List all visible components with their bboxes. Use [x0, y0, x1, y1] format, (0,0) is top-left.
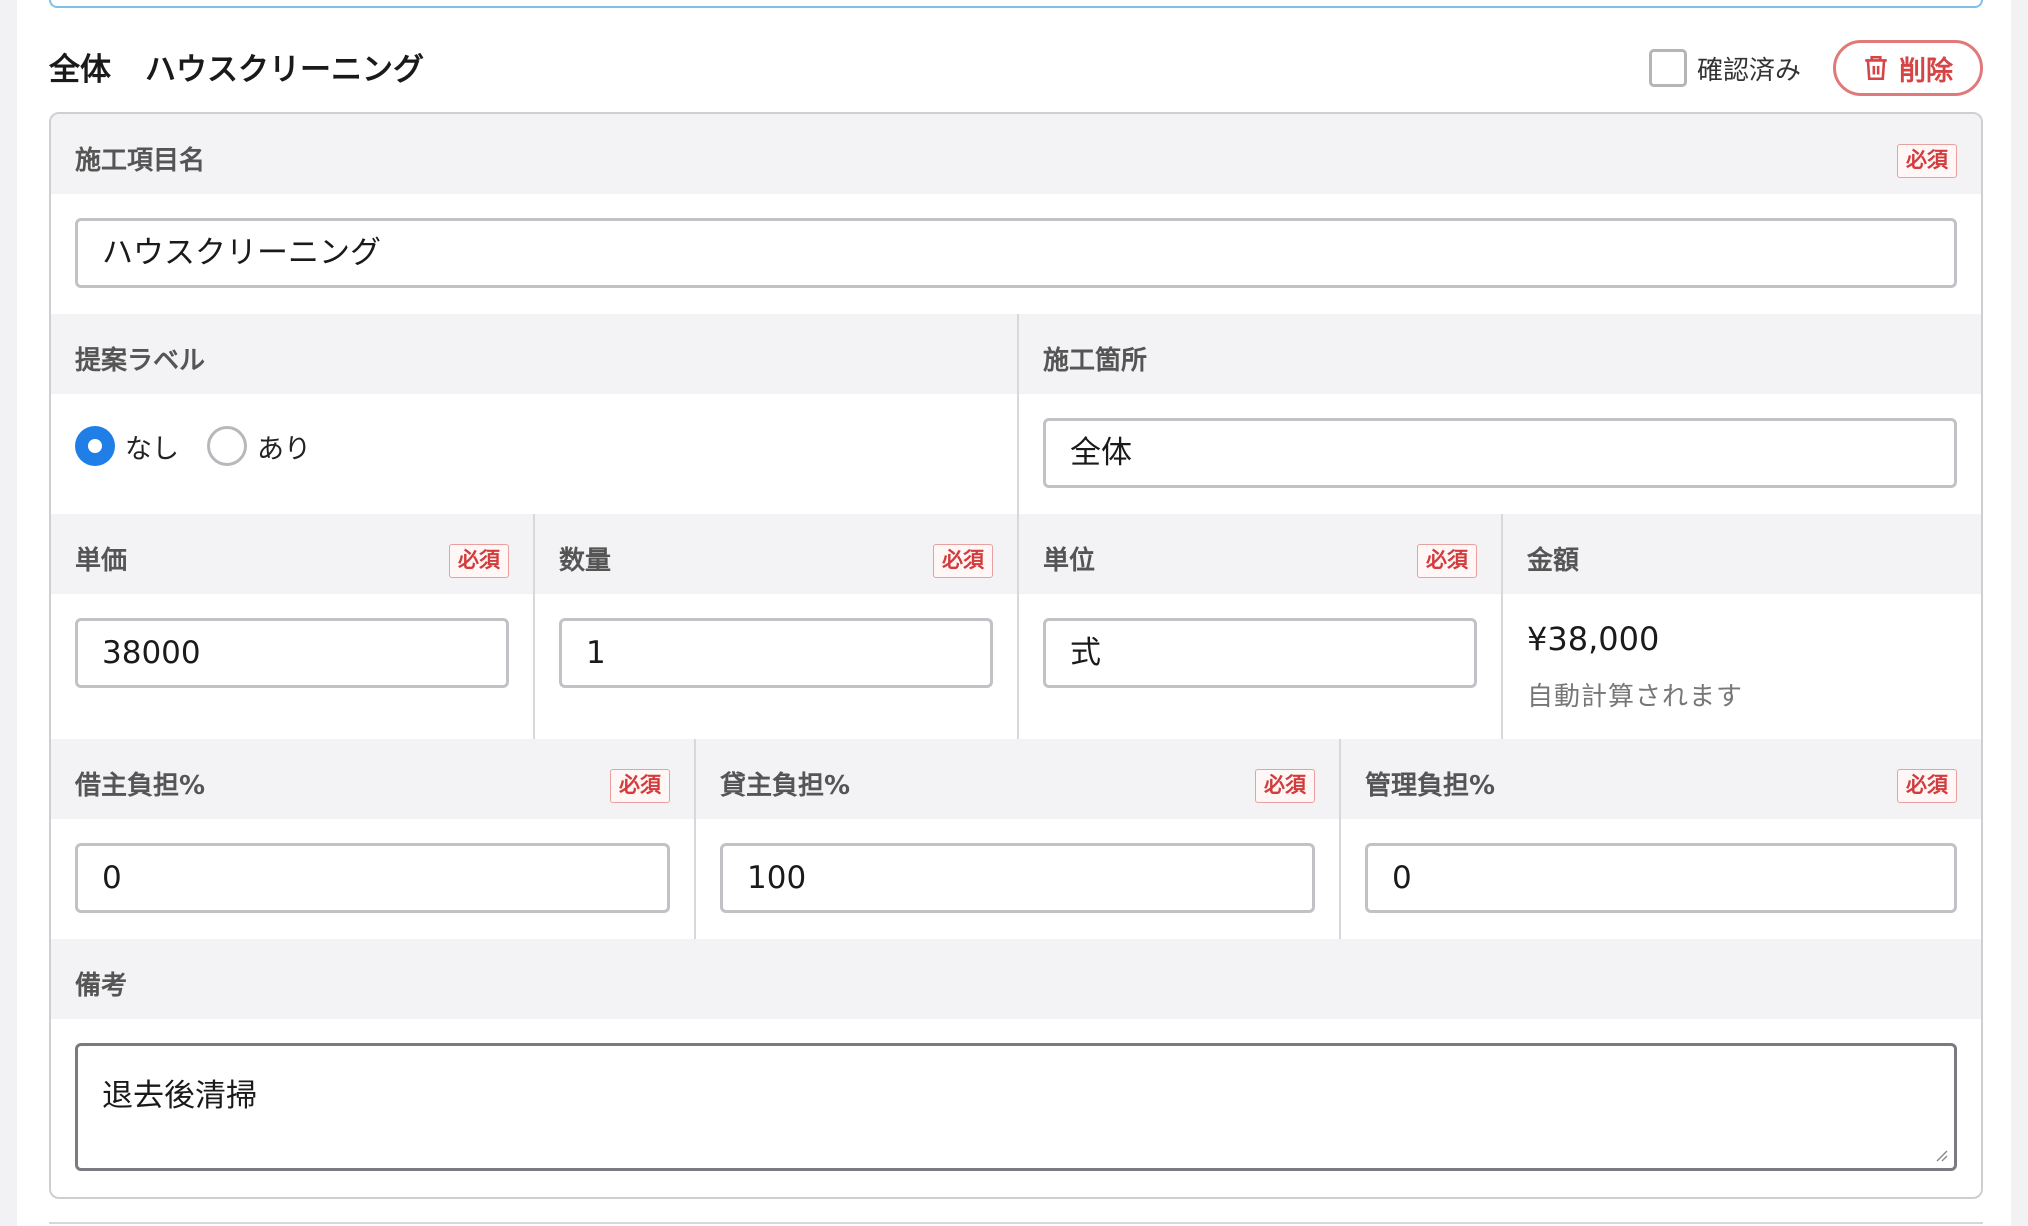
notes-text: 退去後清掃 [102, 1078, 257, 1114]
resize-grip-icon[interactable] [1934, 1148, 1948, 1162]
quantity-input[interactable]: 1 [559, 618, 993, 688]
construction-item-card: 施工項目名 必須 ハウスクリーニング 提案ラベル なし あり 施工箇所 全体 単… [49, 112, 1983, 1199]
confirm-checkbox[interactable] [1649, 49, 1687, 87]
owner-share-input[interactable]: 100 [720, 843, 1315, 913]
quantity-label: 数量 [559, 546, 612, 576]
page: 全体 ハウスクリーニング 確認済み 削除 施工項目名 必須 ハウスクリーニング … [17, 0, 2011, 1226]
quantity-cell: 数量 必須 1 [535, 514, 1017, 739]
next-card-edge [49, 1222, 1983, 1224]
tenant-share-label: 借主負担% [75, 771, 206, 801]
radio-none-label[interactable]: なし [125, 427, 179, 466]
management-share-cell: 管理負担% 必須 0 [1341, 739, 1981, 939]
tenant-share-cell: 借主負担% 必須 0 [51, 739, 694, 939]
location-input[interactable]: 全体 [1043, 418, 1957, 488]
required-badge: 必須 [449, 544, 509, 578]
required-badge: 必須 [1255, 769, 1315, 803]
amount-label: 金額 [1527, 546, 1580, 576]
required-badge: 必須 [1417, 544, 1477, 578]
delete-button[interactable]: 削除 [1833, 40, 1983, 96]
item-name-input[interactable]: ハウスクリーニング [75, 218, 1957, 288]
item-name-label: 施工項目名 [75, 146, 206, 176]
amount-hint: 自動計算されます [1527, 682, 1744, 712]
previous-card-edge [49, 0, 1983, 8]
radio-yes-label[interactable]: あり [257, 427, 311, 466]
tenant-share-input[interactable]: 0 [75, 843, 670, 913]
proposal-label-cell: 提案ラベル なし あり [51, 314, 1017, 514]
confirm-checkbox-group[interactable]: 確認済み [1649, 48, 1801, 88]
proposal-label-label: 提案ラベル [75, 346, 206, 376]
amount-cell: 金額 ¥38,000 自動計算されます [1503, 514, 1981, 739]
location-label: 施工箇所 [1043, 346, 1148, 376]
trash-icon [1865, 55, 1887, 81]
location-cell: 施工箇所 全体 [1019, 314, 1981, 514]
required-badge: 必須 [610, 769, 670, 803]
radio-none[interactable] [75, 426, 115, 466]
delete-label: 削除 [1899, 55, 1953, 87]
unit-input[interactable]: 式 [1043, 618, 1477, 688]
notes-textarea[interactable]: 退去後清掃 [75, 1043, 1957, 1171]
unit-price-input[interactable]: 38000 [75, 618, 509, 688]
management-share-input[interactable]: 0 [1365, 843, 1957, 913]
notes-label: 備考 [75, 971, 128, 1001]
section-title: 全体 ハウスクリーニング [49, 44, 424, 88]
owner-share-label: 貸主負担% [720, 771, 851, 801]
section-item: ハウスクリーニング [145, 51, 424, 88]
required-badge: 必須 [1897, 144, 1957, 178]
required-badge: 必須 [933, 544, 993, 578]
unit-cell: 単位 必須 式 [1019, 514, 1501, 739]
required-badge: 必須 [1897, 769, 1957, 803]
amount-value: ¥38,000 [1527, 620, 1660, 658]
unit-price-cell: 単価 必須 38000 [51, 514, 533, 739]
management-share-label: 管理負担% [1365, 771, 1496, 801]
confirm-label: 確認済み [1697, 55, 1802, 86]
proposal-radio-group: なし あり [75, 426, 339, 466]
section-location: 全体 [49, 51, 111, 88]
unit-label: 単位 [1043, 546, 1096, 576]
notes-cell: 備考 退去後清掃 [51, 939, 1981, 1197]
unit-price-label: 単価 [75, 546, 128, 576]
item-name-cell: 施工項目名 必須 ハウスクリーニング [51, 114, 1981, 314]
radio-yes[interactable] [207, 426, 247, 466]
owner-share-cell: 貸主負担% 必須 100 [696, 739, 1339, 939]
